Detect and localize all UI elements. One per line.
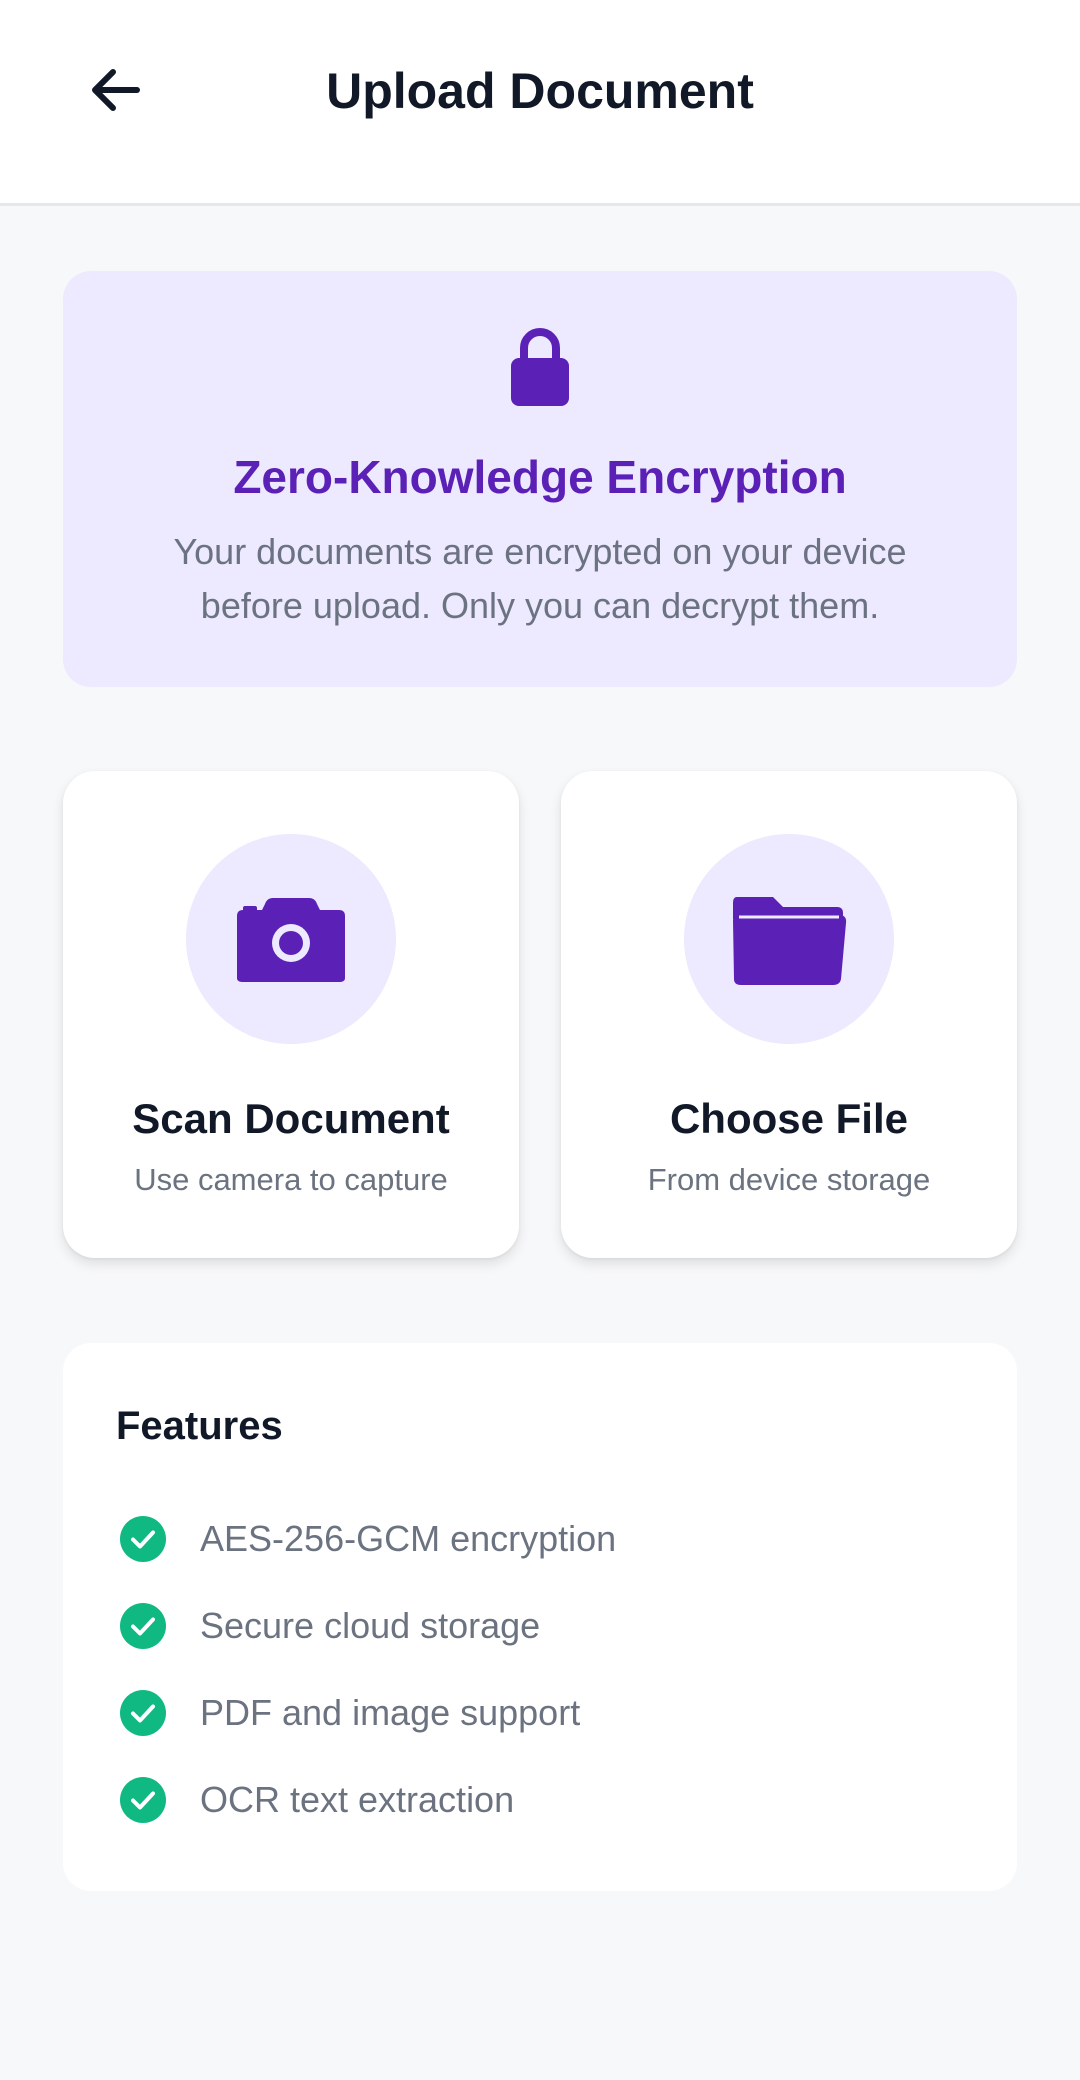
folder-icon: [733, 897, 847, 985]
lock-icon: [511, 328, 569, 406]
banner-description: Your documents are encrypted on your dev…: [173, 531, 907, 626]
banner-title: Zero-Knowledge Encryption: [233, 451, 847, 503]
list-item: PDF and image support: [116, 1669, 977, 1756]
page-title: Upload Document: [326, 63, 754, 119]
features-title: Features: [116, 1404, 283, 1448]
check-circle-icon: [120, 1689, 166, 1736]
choose-file-subtitle: From device storage: [647, 1162, 931, 1197]
features-list: AES-256-GCM encryption Secure cloud stor…: [116, 1495, 977, 1843]
check-circle-icon: [120, 1776, 166, 1823]
feature-label: OCR text extraction: [200, 1778, 515, 1820]
upload-document-screen: Upload Document Zero-Knowledge Encryptio…: [0, 0, 1080, 2080]
choose-file-title: Choose File: [669, 1095, 909, 1142]
feature-label: PDF and image support: [200, 1691, 581, 1733]
list-item: OCR text extraction: [116, 1756, 977, 1843]
list-item: AES-256-GCM encryption: [116, 1495, 977, 1582]
check-circle-icon: [120, 1515, 166, 1562]
scan-document-title: Scan Document: [132, 1095, 450, 1142]
feature-label: AES-256-GCM encryption: [200, 1517, 617, 1559]
camera-icon: [237, 898, 345, 982]
feature-label: Secure cloud storage: [200, 1604, 541, 1646]
scan-document-button[interactable]: Scan Document Use camera to capture: [63, 771, 519, 1258]
choose-icon-circle: [684, 834, 894, 1044]
choose-file-button[interactable]: Choose File From device storage: [561, 771, 1017, 1258]
encryption-banner: Zero-Knowledge Encryption Your documents…: [63, 271, 1017, 687]
scan-icon-circle: [186, 834, 396, 1044]
app-header: Upload Document: [0, 0, 1080, 206]
scan-document-subtitle: Use camera to capture: [134, 1162, 448, 1197]
features-card: Features AES-256-GCM encryption Secure c…: [63, 1343, 1017, 1891]
list-item: Secure cloud storage: [116, 1582, 977, 1669]
check-circle-icon: [120, 1602, 166, 1649]
